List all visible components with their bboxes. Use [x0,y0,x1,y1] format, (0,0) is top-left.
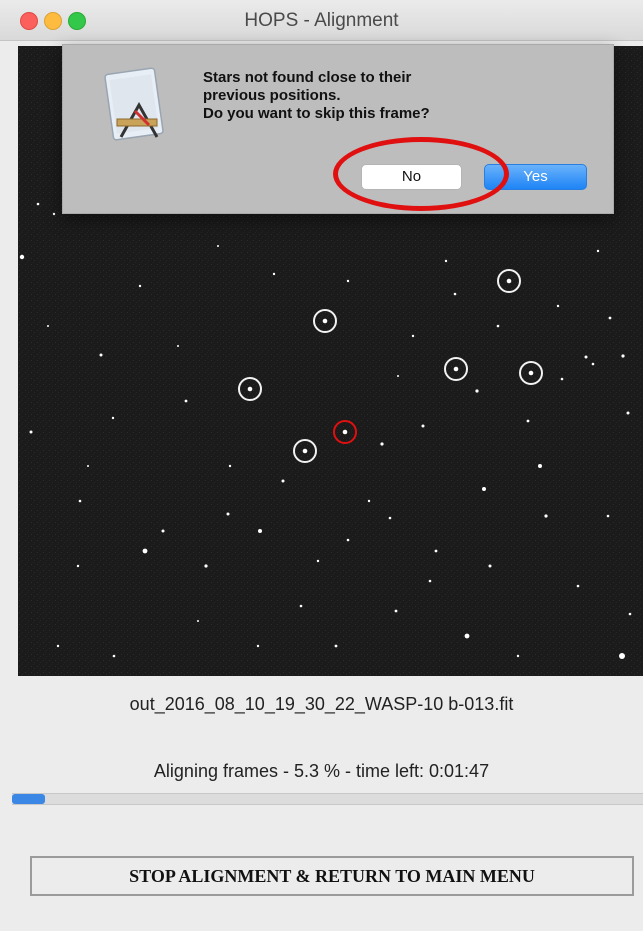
background-star [475,389,479,393]
background-star [538,464,542,468]
background-star [516,654,520,658]
tracked-star [302,448,308,454]
background-star [99,353,103,357]
background-star [19,254,25,260]
dialog-message: Stars not found close to their previous … [203,69,430,122]
background-star [299,604,303,608]
background-star [47,325,49,327]
background-star [346,279,350,283]
alignment-status-label: Aligning frames - 5.3 % - time left: 0:0… [153,761,490,781]
background-star [138,284,142,288]
background-star [434,549,438,553]
background-star [394,609,398,613]
background-star [576,584,580,588]
script-editor-app-icon [99,67,171,147]
background-star [281,479,285,483]
background-star [87,465,89,467]
tracked-star [342,429,348,435]
background-star [112,654,116,658]
background-star [388,516,392,520]
tracked-star [528,370,534,376]
background-star [428,579,432,583]
tracked-star [506,278,512,284]
background-star [184,399,188,403]
background-star [444,259,448,263]
tracked-star [453,366,459,372]
background-star [411,334,415,338]
window-title: HOPS - Alignment [244,10,399,31]
stop-alignment-button[interactable]: STOP ALIGNMENT & RETURN TO MAIN MENU [30,856,634,896]
background-star [421,424,425,428]
tracked-star [322,318,328,324]
background-star [482,487,486,491]
background-star [496,324,500,328]
background-star [397,375,399,377]
background-star [258,529,262,533]
background-star [226,512,230,516]
background-star [197,620,199,622]
background-star [217,245,219,247]
background-star [56,644,60,648]
alignment-progress-bar [12,793,643,805]
background-star [626,411,630,415]
skip-frame-dialog: Stars not found close to their previous … [62,44,614,214]
background-star [596,249,600,253]
background-star [256,644,260,648]
background-star [591,362,595,366]
background-star [621,354,625,358]
background-star [334,644,338,648]
background-star [76,564,80,568]
background-star [560,377,564,381]
progress-fill [12,794,46,804]
background-star [204,564,208,568]
filename-label: out_2016_08_10_19_30_22_WASP-10 b-013.fi… [129,694,514,714]
background-star [346,538,350,542]
background-star [142,548,148,554]
background-star [29,430,33,434]
background-star [464,633,470,639]
background-star [628,612,632,616]
background-star [316,559,320,563]
background-star [272,272,276,276]
background-star [52,212,56,216]
background-star [36,202,40,206]
background-star [380,442,384,446]
background-star [526,419,530,423]
background-star [619,653,625,659]
tracked-star [247,386,253,392]
background-star [544,514,548,518]
background-star [606,514,610,518]
background-star [556,304,560,308]
title-bar: HOPS - Alignment [0,0,643,41]
background-star [78,499,82,503]
red-annotation-circle [333,137,509,211]
background-star [488,564,492,568]
background-star [367,499,371,503]
background-star [584,355,588,359]
background-star [608,316,612,320]
background-star [453,292,457,296]
background-star [161,529,165,533]
background-star [111,416,115,420]
background-star [177,345,179,347]
background-star [228,464,232,468]
